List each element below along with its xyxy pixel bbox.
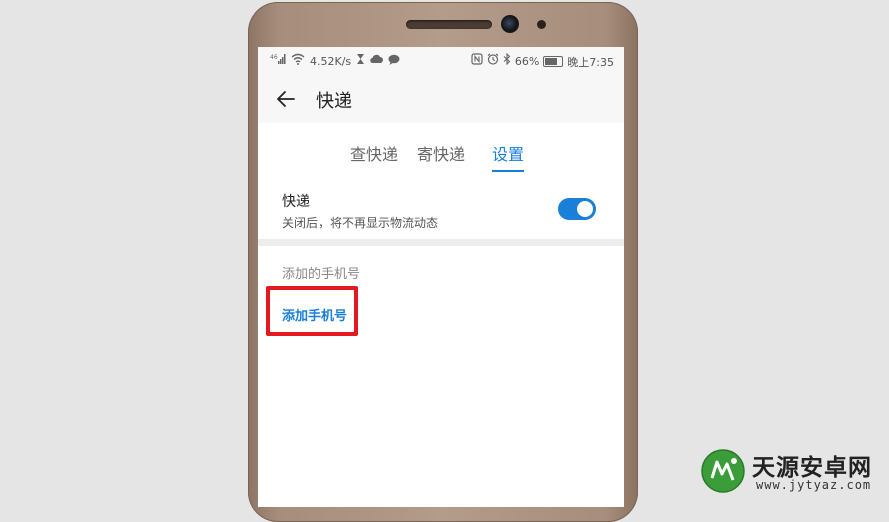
express-toggle-switch[interactable] <box>558 198 596 220</box>
active-tab-indicator <box>492 170 525 172</box>
alarm-icon <box>487 53 499 70</box>
tab-label: 查快递 <box>350 145 399 164</box>
setting-title: 快递 <box>282 194 310 210</box>
hourglass-icon <box>356 53 365 70</box>
express-setting-row: 快递 关闭后，将不再显示物流动态 <box>258 187 624 239</box>
watermark-logo-icon <box>700 448 746 494</box>
tab-check-express[interactable]: 查快递 <box>350 141 398 165</box>
message-icon <box>388 54 400 70</box>
tab-bar: 查快递 寄快递 设置 <box>258 133 624 173</box>
wifi-icon <box>291 53 305 70</box>
svg-text:46: 46 <box>270 54 278 61</box>
highlight-annotation-box <box>266 286 358 336</box>
watermark-url: www.jytyaz.com <box>756 478 872 492</box>
network-speed: 4.52K/s <box>310 55 352 68</box>
bluetooth-icon <box>503 52 511 70</box>
signal-icon: 46 <box>270 53 286 70</box>
cloud-icon <box>370 54 384 69</box>
app-bar: 快递 <box>258 75 624 123</box>
proximity-sensor <box>537 20 546 29</box>
tab-settings[interactable]: 设置 <box>492 141 525 172</box>
section-divider <box>258 239 624 246</box>
setting-description: 关闭后，将不再显示物流动态 <box>282 216 439 230</box>
watermark-brand: 天源安卓网 <box>752 455 872 481</box>
phone-section-label: 添加的手机号 <box>282 267 361 282</box>
clock-time: 晚上7:35 <box>567 55 614 69</box>
status-bar: 46 4.52K/s 66% 晚上7:35 <box>258 47 624 75</box>
page-title: 快递 <box>316 91 352 112</box>
phone-screen: 46 4.52K/s 66% 晚上7:35 快递 查快递 寄快递 设置 快递 关… <box>258 47 624 507</box>
tab-label: 设置 <box>492 145 525 164</box>
back-arrow-icon[interactable] <box>274 87 298 111</box>
battery-icon <box>543 56 564 67</box>
front-camera <box>501 15 519 33</box>
earpiece-speaker <box>406 20 492 29</box>
toggle-knob <box>577 201 593 217</box>
tab-label: 寄快递 <box>417 145 466 164</box>
nfc-icon <box>471 53 483 70</box>
tab-send-express[interactable]: 寄快递 <box>417 141 465 165</box>
battery-percent: 66% <box>514 55 540 68</box>
site-watermark: 天源安卓网 www.jytyaz.com <box>700 446 886 496</box>
